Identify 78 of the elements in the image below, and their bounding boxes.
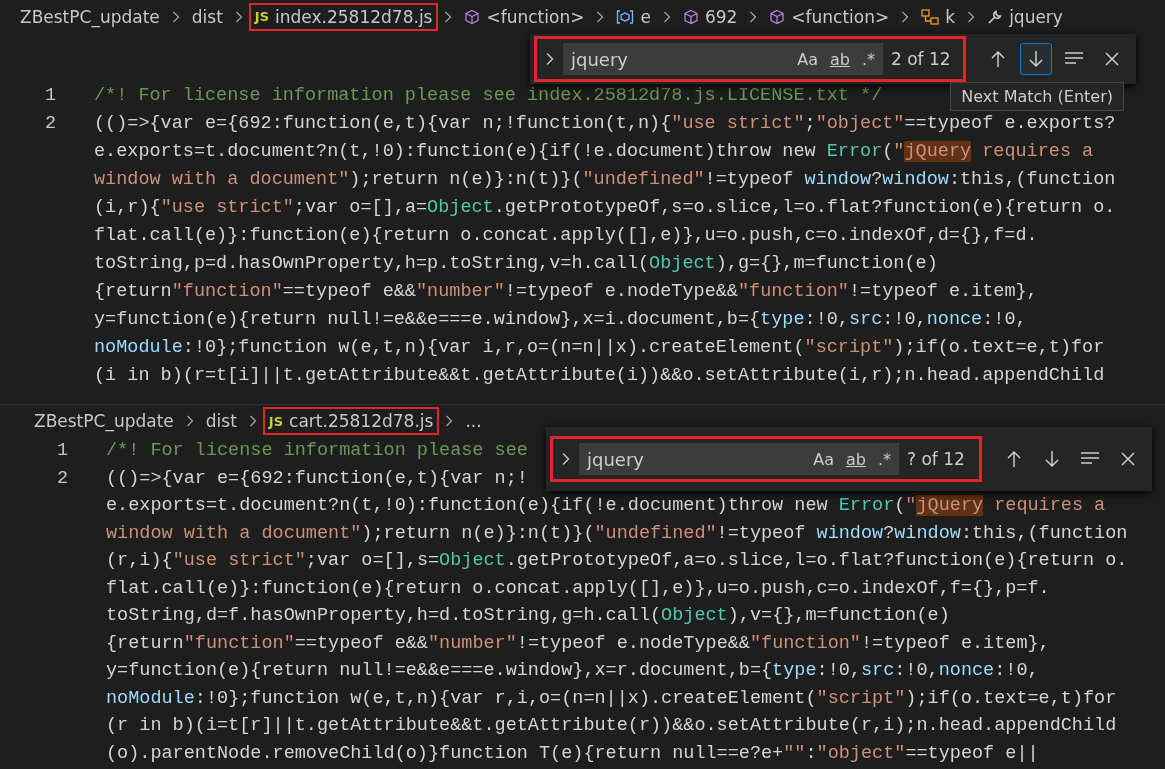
tooltip: Next Match (Enter) (950, 82, 1124, 111)
code-line: (i,r){"use strict";var o=[],a=Object.getPrototypeOf,s=o.slice,l=o.flat?function(e){return o. (94, 196, 1116, 220)
code-line: toString,d=f.hasOwnProperty,h=d.toString,g=h.call(Object),v={},m=function(e) (106, 604, 950, 628)
find-option-toggle[interactable]: Aa (795, 49, 820, 69)
line-number: 1 (44, 84, 56, 108)
cube-icon (682, 8, 699, 25)
find-option-toggle[interactable]: .* (875, 449, 893, 469)
code-line: (r in b)(i=t[r]||t.getAttribute&&t.getAttribute(r))&&o.setAttribute(r,i);n.head.appendChild (106, 714, 1117, 738)
chevron-right-icon (185, 415, 194, 427)
chevron-right-icon (967, 10, 976, 23)
lines-icon (1064, 51, 1084, 67)
breadcrumb-item[interactable]: 692 (676, 2, 744, 31)
code-line: noModule:!0};function w(e,t,n){var r,i,o=(n=n||x).createElement("script");if(o.text=e,t)for (106, 686, 1117, 711)
breadcrumb-item[interactable]: ZBestPC_update (28, 407, 180, 435)
chevron-right-icon[interactable] (545, 52, 555, 66)
chevron-right-icon (248, 415, 257, 427)
breadcrumb-item[interactable]: dist (185, 2, 229, 31)
match-count: 2 of 12 (891, 49, 952, 69)
chevron-right-icon (171, 10, 180, 23)
close-icon (1121, 452, 1135, 466)
variable-icon (616, 9, 635, 24)
chevron-right-icon (444, 10, 453, 23)
line-number: 1 (56, 439, 68, 463)
code-line: y=function(e){return null!=e&&e===e.window},x=r.document,b={type:!0,src:!0,nonce:!0, (106, 659, 1039, 683)
chevron-right-icon (662, 10, 671, 23)
line-number: 2 (44, 112, 56, 136)
breadcrumb-item[interactable]: e (610, 2, 657, 31)
code-line: (i in b)(r=t[i]||t.getAttribute&&t.getAttribute(i))&&o.setAttribute(i,r);n.head.appendChild (94, 364, 1105, 388)
line-number: 2 (56, 466, 68, 491)
chevron-right-icon[interactable] (561, 452, 571, 466)
arrow-down-icon (1028, 50, 1044, 68)
arrow-up-icon (990, 50, 1006, 68)
breadcrumb-item[interactable]: jquery (981, 2, 1069, 31)
code-line: flat.call(e)}:function(e){return o.concat.apply([],e)},u=o.push,c=o.indexOf,f={},p=f. (106, 576, 1050, 601)
wrench-icon (987, 8, 1004, 25)
code-line: window with a document");return n(e)}:n(t)}("undefined"!=typeof window?window:this,(function (94, 168, 1116, 192)
find-input[interactable]: jquery Aa ab .* (579, 443, 899, 475)
cube-icon (464, 8, 481, 25)
chevron-right-icon (445, 415, 454, 427)
lines-icon (1080, 451, 1100, 467)
code-line: flat.call(e)}:function(e){return o.concat.apply([],e)},u=o.push,c=o.indexOf,d={},f=d. (94, 224, 1038, 248)
code-line: e.exports=t.document?n(t,!0):function(e){if(!e.document)throw new Error("jQuery requires a (94, 140, 1094, 164)
match-count: ? of 12 (907, 449, 966, 469)
chevron-right-icon (749, 10, 758, 23)
code-line: toString,p=d.hasOwnProperty,h=p.toString,v=h.call(Object),g={},m=function(e) (94, 252, 938, 276)
find-input[interactable]: jquery Aa ab .* (563, 43, 883, 75)
breadcrumb-item[interactable]: JS index.25812d78.js (248, 2, 439, 31)
cube-icon (769, 8, 786, 25)
find-option-toggle[interactable]: ab (843, 449, 868, 469)
find-option-toggle[interactable]: ab (827, 49, 852, 69)
chevron-right-icon (234, 10, 243, 23)
breadcrumb-item[interactable]: ... (459, 407, 488, 435)
breadcrumb-item[interactable]: k (915, 2, 962, 31)
code-line: noModule:!0};function w(e,t,n){var i,r,o=(n=n||x).createElement("script");if(o.text=e,t)for (94, 336, 1105, 360)
code-line: (()=>{var e={692:function(e,t){var n;! (106, 466, 528, 491)
next-match-button[interactable] (1020, 43, 1052, 75)
breadcrumb-item[interactable]: <function> (763, 2, 896, 31)
find-option-toggle[interactable]: Aa (811, 449, 836, 469)
code-line: (o).parentNode.removeChild(o)}function T(e){return null==e?e+"":"object"==typeof e|| (106, 741, 1039, 766)
chevron-right-icon (901, 10, 910, 23)
close-icon (1105, 52, 1119, 66)
arrow-up-icon (1006, 450, 1022, 468)
breadcrumb-item[interactable]: JS cart.25812d78.js (262, 407, 440, 435)
code-line: window with a document");return n(e)}:n(t)}("undefined"!=typeof window?window:this,(function (106, 521, 1128, 546)
breadcrumb-item[interactable]: dist (199, 407, 243, 435)
code-line: (()=>{var e={692:function(e,t){var n;!function(t,n){"use strict";"object"==typeof e.exports? (94, 112, 1116, 136)
code-line: {return"function"==typeof e&&"number"!=typeof e.nodeType&&"function"!=typeof e.item}, (106, 631, 1050, 656)
breadcrumb-item[interactable]: <function> (458, 2, 591, 31)
chevron-right-icon (596, 10, 605, 23)
breadcrumb-item[interactable]: ZBestPC_update (14, 2, 166, 31)
code-line: e.exports=t.document?n(t,!0):function(e){if(!e.document)throw new Error("jQuery requires a (106, 494, 1106, 518)
find-option-toggle[interactable]: .* (859, 49, 877, 69)
code-line: (r,i){"use strict";var o=[],s=Object.getPrototypeOf,a=o.slice,l=o.flat?function(e){return o. (106, 549, 1128, 573)
code-line: /*! For license information please see (106, 439, 528, 463)
code-line: /*! For license information please see index.25812d78.js.LICENSE.txt */ (94, 84, 883, 108)
arrow-down-icon (1044, 450, 1060, 468)
code-line: {return"function"==typeof e&&"number"!=typeof e.nodeType&&"function"!=typeof e.item}, (94, 280, 1038, 304)
code-line: y=function(e){return null!=e&&e===e.window},x=i.document,b={type:!0,src:!0,nonce:!0, (94, 308, 1027, 332)
